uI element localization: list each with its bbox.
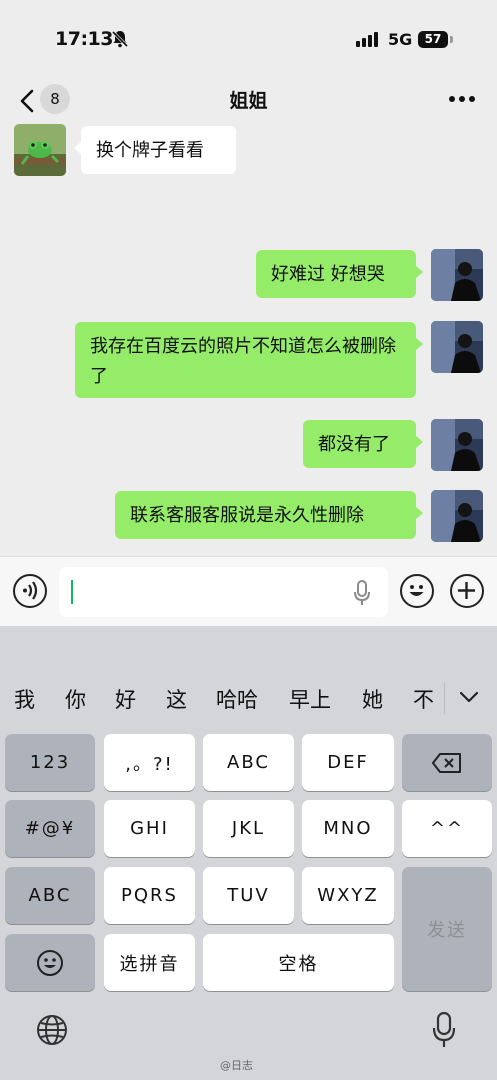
profile-photo-icon	[431, 490, 483, 542]
voice-wave-icon	[23, 581, 38, 600]
unread-badge[interactable]: 8	[40, 84, 70, 114]
chat-header: 姐姐 8	[0, 80, 497, 124]
status-bar: 17:13 5G 57	[0, 0, 497, 80]
send-key[interactable]: 发送	[402, 867, 492, 991]
my-avatar[interactable]	[431, 321, 483, 373]
key-symbols[interactable]: #@¥	[5, 800, 95, 857]
key-mno[interactable]: MNO	[302, 800, 394, 857]
globe-icon[interactable]	[36, 1014, 68, 1046]
profile-photo-icon	[431, 321, 483, 373]
key-abc-mode[interactable]: ABC	[5, 867, 95, 924]
message-text: 都没有了	[318, 434, 390, 455]
microphone-icon[interactable]	[352, 580, 372, 606]
candidate-word[interactable]: 哈哈	[216, 684, 258, 714]
candidate-divider	[444, 682, 445, 714]
my-avatar[interactable]	[431, 419, 483, 471]
plus-icon	[458, 582, 475, 599]
candidate-word[interactable]: 不	[413, 684, 434, 714]
battery-tip	[450, 36, 453, 43]
add-more-button[interactable]	[450, 574, 484, 608]
emoji-button[interactable]	[400, 574, 434, 608]
message-bubble-outgoing[interactable]: 联系客服客服说是永久性删除	[115, 491, 423, 539]
message-text: 好难过 好想哭	[271, 264, 385, 285]
backspace-icon	[432, 752, 461, 773]
message-list: 换个牌子看看 好难过 好想哭 我存在百度云的照片不知道怎么被删除了 都没有了 联…	[0, 124, 497, 556]
text-caret	[71, 580, 73, 604]
candidate-word[interactable]: 早上	[289, 684, 331, 714]
message-text: 换个牌子看看	[96, 140, 204, 161]
network-type: 5G	[388, 30, 413, 49]
status-time: 17:13	[55, 28, 113, 50]
profile-photo-icon	[431, 419, 483, 471]
message-input[interactable]	[59, 567, 388, 617]
watermark: @日志	[220, 1059, 253, 1072]
bell-muted-icon	[112, 30, 128, 48]
smiley-icon	[409, 585, 424, 596]
chevron-down-icon[interactable]	[458, 688, 480, 706]
dictation-microphone-icon[interactable]	[432, 1012, 456, 1048]
key-wxyz[interactable]: WXYZ	[302, 867, 394, 924]
candidate-word[interactable]: 好	[115, 684, 136, 714]
keyboard: 我 你 好 这 哈哈 早上 她 不 123 ,。?! ABC DEF #@¥ G…	[0, 626, 497, 1080]
key-select-pinyin[interactable]: 选拼音	[104, 934, 195, 991]
key-numbers[interactable]: 123	[5, 734, 95, 791]
candidate-word[interactable]: 她	[362, 684, 383, 714]
voice-mode-button[interactable]	[13, 574, 47, 608]
message-bubble-incoming[interactable]: 换个牌子看看	[74, 126, 236, 174]
smiley-icon	[37, 949, 63, 976]
candidate-word[interactable]: 你	[65, 684, 86, 714]
message-bubble-outgoing[interactable]: 好难过 好想哭	[256, 250, 423, 298]
back-chevron-icon[interactable]	[16, 86, 40, 116]
key-jkl[interactable]: JKL	[203, 800, 294, 857]
my-avatar[interactable]	[431, 249, 483, 301]
space-key[interactable]: 空格	[203, 934, 394, 991]
my-avatar[interactable]	[431, 490, 483, 542]
key-pqrs[interactable]: PQRS	[104, 867, 195, 924]
candidate-bar: 我 你 好 这 哈哈 早上 她 不	[0, 676, 497, 720]
signal-icon	[356, 31, 378, 47]
key-punctuation[interactable]: ,。?!	[104, 734, 195, 791]
message-text: 联系客服客服说是永久性删除	[130, 505, 364, 526]
profile-photo-icon	[431, 249, 483, 301]
key-face[interactable]: ^^	[402, 800, 492, 857]
candidate-word[interactable]: 我	[14, 684, 35, 714]
key-tuv[interactable]: TUV	[203, 867, 294, 924]
message-bubble-outgoing[interactable]: 我存在百度云的照片不知道怎么被删除了	[75, 322, 423, 398]
emoji-key[interactable]	[5, 934, 95, 991]
composer-bar	[0, 556, 497, 626]
frog-avatar-icon	[14, 124, 66, 176]
backspace-key[interactable]	[402, 734, 492, 791]
battery-icon: 57	[418, 31, 448, 48]
candidate-word[interactable]: 这	[166, 684, 187, 714]
message-bubble-outgoing[interactable]: 都没有了	[303, 420, 423, 468]
key-abc[interactable]: ABC	[203, 734, 294, 791]
contact-avatar[interactable]	[14, 124, 66, 176]
message-text: 我存在百度云的照片不知道怎么被删除了	[90, 336, 396, 387]
key-ghi[interactable]: GHI	[104, 800, 195, 857]
more-icon[interactable]	[448, 95, 476, 103]
chat-title: 姐姐	[229, 90, 268, 112]
key-def[interactable]: DEF	[302, 734, 394, 791]
